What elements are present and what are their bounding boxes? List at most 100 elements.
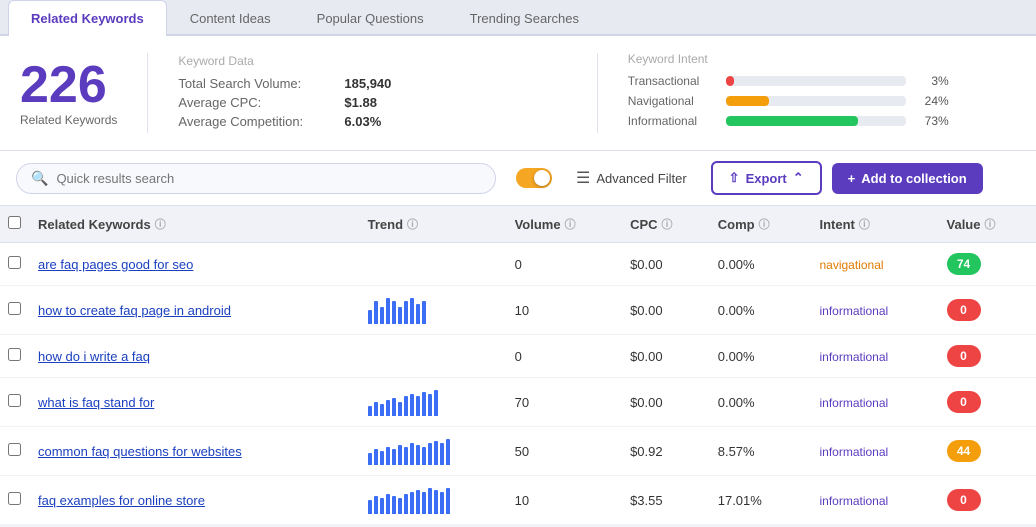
intent-label: informational: [819, 304, 888, 318]
trend-bar: [428, 488, 432, 514]
keywords-table: Related Keywords ⓘ Trend ⓘ Volume ⓘ: [0, 206, 1036, 525]
cpc-cell: $0.00: [622, 378, 710, 427]
th-comp: Comp ⓘ: [710, 206, 812, 243]
th-related-keywords: Related Keywords ⓘ: [30, 206, 360, 243]
value-cell: 0: [939, 286, 1036, 335]
value-cell: 0: [939, 378, 1036, 427]
trend-bar: [446, 439, 450, 465]
th-cpc-help[interactable]: ⓘ: [662, 216, 673, 232]
cpc-cell: $0.00: [622, 286, 710, 335]
keyword-link[interactable]: how do i write a faq: [38, 349, 150, 364]
trend-bar: [380, 451, 384, 465]
tab-content-ideas[interactable]: Content Ideas: [167, 0, 294, 36]
row-select-cell[interactable]: [0, 243, 30, 286]
keyword-data-section: Keyword Data Total Search Volume: 185,94…: [178, 54, 566, 133]
trend-cell: [360, 286, 507, 335]
cpc-cell: $0.00: [622, 243, 710, 286]
trend-bar: [386, 400, 390, 416]
keyword-link[interactable]: how to create faq page in android: [38, 303, 231, 318]
search-box[interactable]: 🔍: [16, 163, 496, 194]
trend-cell: [360, 335, 507, 378]
th-trend-help[interactable]: ⓘ: [407, 216, 418, 232]
row-checkbox[interactable]: [8, 492, 21, 505]
comp-cell: 0.00%: [710, 378, 812, 427]
value-badge: 0: [947, 391, 981, 413]
add-to-collection-button[interactable]: + Add to collection: [832, 163, 983, 194]
advanced-filter-button[interactable]: ☰ Advanced Filter: [562, 161, 701, 195]
trend-bar: [410, 394, 414, 416]
row-checkbox[interactable]: [8, 256, 21, 269]
trend-chart: [368, 388, 499, 416]
export-chevron-icon: ⌃: [793, 170, 804, 186]
trend-bar: [434, 390, 438, 416]
intent-cell: informational: [811, 286, 938, 335]
th-cpc: CPC ⓘ: [622, 206, 710, 243]
row-select-cell[interactable]: [0, 378, 30, 427]
toggle-switch[interactable]: [516, 168, 552, 188]
tab-trending-searches[interactable]: Trending Searches: [447, 0, 602, 36]
trend-bar: [404, 301, 408, 324]
th-volume-help[interactable]: ⓘ: [565, 216, 576, 232]
keyword-link[interactable]: are faq pages good for seo: [38, 257, 193, 272]
value-cell: 0: [939, 476, 1036, 525]
search-input[interactable]: [56, 171, 481, 186]
total-search-volume-label: Total Search Volume:: [178, 76, 338, 91]
trend-bar: [380, 307, 384, 324]
trend-cell: [360, 476, 507, 525]
keyword-data-title: Keyword Data: [178, 54, 566, 68]
intent-cell: informational: [811, 335, 938, 378]
th-value-label: Value: [947, 217, 981, 232]
advanced-filter-label: Advanced Filter: [596, 171, 686, 186]
keyword-link[interactable]: what is faq stand for: [38, 395, 154, 410]
th-related-keywords-help[interactable]: ⓘ: [155, 216, 166, 232]
intent-bar-bg: [726, 96, 906, 106]
intent-title: Keyword Intent: [628, 52, 1016, 66]
stats-divider-1: [147, 53, 148, 133]
row-select-cell[interactable]: [0, 476, 30, 525]
volume-cell: 0: [507, 335, 622, 378]
trend-bar: [368, 500, 372, 514]
comp-cell: 0.00%: [710, 335, 812, 378]
th-comp-help[interactable]: ⓘ: [759, 216, 770, 232]
row-checkbox[interactable]: [8, 302, 21, 315]
trend-bar: [392, 496, 396, 514]
intent-pct: 24%: [914, 94, 949, 108]
value-badge: 74: [947, 253, 981, 275]
row-select-cell[interactable]: [0, 427, 30, 476]
th-value-help[interactable]: ⓘ: [984, 216, 995, 232]
toggle-wrap[interactable]: [516, 168, 552, 188]
table-header-row: Related Keywords ⓘ Trend ⓘ Volume ⓘ: [0, 206, 1036, 243]
keyword-link[interactable]: faq examples for online store: [38, 493, 205, 508]
row-checkbox[interactable]: [8, 394, 21, 407]
keyword-link[interactable]: common faq questions for websites: [38, 444, 242, 459]
select-all-col[interactable]: [0, 206, 30, 243]
th-comp-label: Comp: [718, 217, 755, 232]
th-intent-help[interactable]: ⓘ: [859, 216, 870, 232]
trend-bar: [398, 445, 402, 465]
toolbar: 🔍 ☰ Advanced Filter ⇧ Export ⌃ + Add to …: [0, 151, 1036, 206]
keyword-count: 226: [20, 59, 117, 111]
table-row: are faq pages good for seo 0 $0.00 0.00%…: [0, 243, 1036, 286]
trend-bar: [386, 494, 390, 514]
select-all-checkbox[interactable]: [8, 216, 21, 229]
intent-cell: informational: [811, 378, 938, 427]
keyword-cell: how do i write a faq: [30, 335, 360, 378]
export-button[interactable]: ⇧ Export ⌃: [711, 161, 822, 195]
row-checkbox[interactable]: [8, 348, 21, 361]
trend-bar: [428, 394, 432, 416]
row-select-cell[interactable]: [0, 335, 30, 378]
row-select-cell[interactable]: [0, 286, 30, 335]
row-checkbox[interactable]: [8, 443, 21, 456]
trend-bar: [392, 398, 396, 416]
table-row: common faq questions for websites 50 $0.…: [0, 427, 1036, 476]
trend-bar: [416, 490, 420, 514]
trend-bar: [404, 447, 408, 465]
cpc-cell: $0.00: [622, 335, 710, 378]
avg-cpc-row: Average CPC: $1.88: [178, 95, 566, 110]
th-trend: Trend ⓘ: [360, 206, 507, 243]
tab-related-keywords[interactable]: Related Keywords: [8, 0, 167, 36]
th-intent: Intent ⓘ: [811, 206, 938, 243]
avg-comp-row: Average Competition: 6.03%: [178, 114, 566, 129]
tab-popular-questions[interactable]: Popular Questions: [294, 0, 447, 36]
trend-bar: [440, 443, 444, 465]
